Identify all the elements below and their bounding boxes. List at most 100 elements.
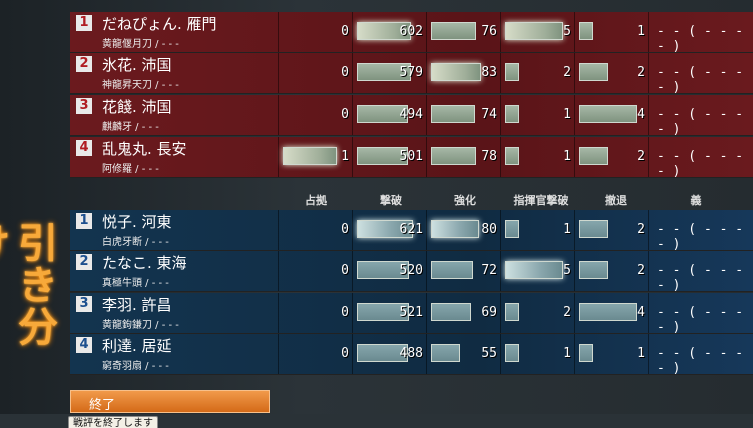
withdraw-cell: 2 bbox=[574, 137, 649, 177]
strengthen-cell: 69 bbox=[426, 293, 501, 333]
stat-bar bbox=[505, 303, 519, 321]
player-name: 乱鬼丸. 長安 bbox=[102, 140, 187, 158]
battle-result-screen: 引き分け 1 だねぴょん. 雁門黄龍偃月刀 / - - - 0 602 76 5 1 - - … bbox=[0, 0, 753, 428]
row-divider bbox=[70, 93, 753, 94]
player-row[interactable]: 4 乱鬼丸. 長安 阿修羅 / - - - 1 501 78 1 2 - - ( - - - -… bbox=[70, 137, 753, 179]
stat-bar bbox=[579, 22, 593, 40]
stat-bar bbox=[431, 105, 475, 123]
player-weapon: 真極牛頭 / - - - bbox=[102, 278, 169, 289]
stat-value: 602 bbox=[399, 24, 423, 39]
player-weapon: 阿修羅 / - - - bbox=[102, 164, 159, 175]
commander-defeat-cell: 5 bbox=[500, 12, 575, 52]
player-row[interactable]: 3 花餞. 沛国 麒麟牙 / - - - 0 494 74 1 4 - - ( - - - - … bbox=[70, 95, 753, 137]
honor-value: - - ( - - - - ) bbox=[657, 65, 744, 95]
occupy-cell: 0 bbox=[278, 293, 353, 333]
honor-cell: - - ( - - - - ) bbox=[648, 12, 753, 54]
stat-value: 488 bbox=[399, 346, 423, 361]
stat-value: 501 bbox=[399, 149, 423, 164]
honor-value: - - ( - - - - ) bbox=[657, 346, 744, 376]
column-header-row: 占拠 撃破 強化 指揮官撃破 撤退 義 bbox=[70, 188, 753, 210]
defeat-cell: 494 bbox=[352, 95, 427, 135]
player-row[interactable]: 3 李羽. 許昌 黄龍鉤鎌刀 / - - - 0 521 69 2 4 - - ( - - - … bbox=[70, 293, 753, 335]
honor-value: - - ( - - - - ) bbox=[657, 305, 744, 335]
stat-bar bbox=[283, 147, 337, 165]
honor-cell: - - ( - - - - ) bbox=[648, 95, 753, 137]
stat-value: 1 bbox=[563, 222, 571, 237]
row-divider bbox=[70, 374, 753, 375]
stat-bar bbox=[579, 261, 608, 279]
player-row[interactable]: 2 氷花. 沛国 神龍昇天刀 / - - - 0 579 83 2 2 - - ( - - - … bbox=[70, 53, 753, 95]
defeat-cell: 488 bbox=[352, 334, 427, 374]
occupy-cell: 0 bbox=[278, 251, 353, 291]
stat-value: 0 bbox=[341, 346, 349, 361]
player-name: たなこ. 東海 bbox=[102, 254, 187, 272]
stat-value: 74 bbox=[481, 107, 497, 122]
player-row[interactable]: 4 利達. 居延 窮奇羽扇 / - - - 0 488 55 1 1 - - ( - - - -… bbox=[70, 334, 753, 376]
withdraw-cell: 4 bbox=[574, 293, 649, 333]
stat-value: 2 bbox=[637, 222, 645, 237]
header-strengthen: 強化 bbox=[454, 194, 476, 207]
header-defeat: 撃破 bbox=[380, 194, 402, 207]
stat-bar bbox=[505, 63, 519, 81]
player-weapon: 黄龍鉤鎌刀 / - - - bbox=[102, 320, 179, 331]
stat-bar bbox=[505, 22, 563, 40]
honor-value: - - ( - - - - ) bbox=[657, 149, 744, 179]
stat-bar bbox=[431, 344, 460, 362]
defeat-cell: 579 bbox=[352, 53, 427, 93]
stat-value: 78 bbox=[481, 149, 497, 164]
stat-value: 0 bbox=[341, 107, 349, 122]
stat-value: 5 bbox=[563, 263, 571, 278]
player-name: 氷花. 沛国 bbox=[102, 56, 172, 74]
honor-value: - - ( - - - - ) bbox=[657, 107, 744, 137]
rank-badge: 1 bbox=[76, 15, 92, 31]
stat-value: 2 bbox=[637, 65, 645, 80]
strengthen-cell: 76 bbox=[426, 12, 501, 52]
stat-value: 55 bbox=[481, 346, 497, 361]
stat-bar bbox=[431, 220, 479, 238]
stat-value: 72 bbox=[481, 263, 497, 278]
rank-badge: 4 bbox=[76, 140, 92, 156]
end-button[interactable]: 終了 bbox=[70, 390, 270, 413]
strengthen-cell: 55 bbox=[426, 334, 501, 374]
player-row[interactable]: 1 だねぴょん. 雁門 黄龍偃月刀 / - - - 0 602 76 5 1 - - ( - -… bbox=[70, 12, 753, 54]
player-weapon: 白虎牙断 / - - - bbox=[102, 237, 169, 248]
row-divider bbox=[70, 135, 753, 136]
strengthen-cell: 80 bbox=[426, 210, 501, 250]
stat-bar bbox=[505, 147, 519, 165]
stat-value: 1 bbox=[637, 346, 645, 361]
rank-badge: 2 bbox=[76, 254, 92, 270]
player-name: だねぴょん. 雁門 bbox=[102, 15, 217, 33]
commander-defeat-cell: 5 bbox=[500, 251, 575, 291]
honor-cell: - - ( - - - - ) bbox=[648, 53, 753, 95]
stat-value: 621 bbox=[399, 222, 423, 237]
stat-value: 521 bbox=[399, 305, 423, 320]
stat-value: 80 bbox=[481, 222, 497, 237]
stat-bar bbox=[431, 303, 471, 321]
player-name: 利達. 居延 bbox=[102, 337, 172, 355]
stat-value: 4 bbox=[637, 107, 645, 122]
stat-bar bbox=[579, 147, 608, 165]
stat-value: 76 bbox=[481, 24, 497, 39]
header-commander-defeat: 指揮官撃破 bbox=[513, 194, 569, 207]
header-withdraw: 撤退 bbox=[605, 194, 627, 207]
honor-cell: - - ( - - - - ) bbox=[648, 251, 753, 293]
stat-bar bbox=[505, 261, 563, 279]
stat-value: 0 bbox=[341, 222, 349, 237]
occupy-cell: 0 bbox=[278, 334, 353, 374]
stat-value: 83 bbox=[481, 65, 497, 80]
defeat-cell: 501 bbox=[352, 137, 427, 177]
player-weapon: 黄龍偃月刀 / - - - bbox=[102, 39, 179, 50]
stat-bar bbox=[579, 303, 637, 321]
player-row[interactable]: 1 悦子. 河東 白虎牙断 / - - - 0 621 80 1 2 - - ( - - - -… bbox=[70, 210, 753, 252]
strengthen-cell: 74 bbox=[426, 95, 501, 135]
stat-value: 0 bbox=[341, 263, 349, 278]
honor-value: - - ( - - - - ) bbox=[657, 24, 744, 54]
honor-cell: - - ( - - - - ) bbox=[648, 334, 753, 376]
header-honor: 義 bbox=[690, 194, 702, 207]
player-row[interactable]: 2 たなこ. 東海 真極牛頭 / - - - 0 520 72 5 2 - - ( - - - … bbox=[70, 251, 753, 293]
commander-defeat-cell: 1 bbox=[500, 210, 575, 250]
occupy-cell: 0 bbox=[278, 95, 353, 135]
honor-cell: - - ( - - - - ) bbox=[648, 210, 753, 252]
commander-defeat-cell: 1 bbox=[500, 95, 575, 135]
withdraw-cell: 1 bbox=[574, 334, 649, 374]
